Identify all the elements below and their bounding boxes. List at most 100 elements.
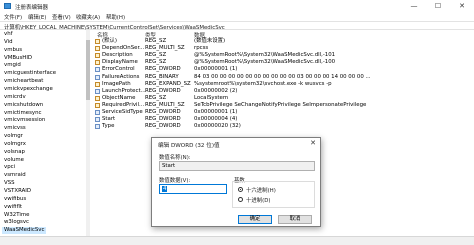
tree-item[interactable]: vmictimesync: [4, 110, 41, 117]
tree-item[interactable]: vmickvpexchange: [4, 86, 53, 93]
value-name: Start: [102, 116, 116, 123]
value-name: DependOnSer...: [102, 45, 145, 52]
value-row[interactable]: ImagePath REG_EXPAND_SZ %systemroot%\syste…: [91, 81, 474, 88]
edit-dword-dialog: 编辑 DWORD (32 位)值 ✕ 数值名称(N): Start 数值数据(V…: [151, 137, 321, 227]
tree-item[interactable]: vpci: [4, 164, 15, 171]
value-row[interactable]: ObjectName REG_SZ LocalSystem: [91, 95, 474, 102]
minimize-button[interactable]: —: [402, 0, 426, 12]
tree-scrollbar[interactable]: [86, 30, 90, 236]
value-data: SeTcbPrivilege SeChangeNotifyPrivilege S…: [194, 101, 367, 108]
value-type: REG_DWORD: [145, 116, 181, 123]
value-row[interactable]: RequiredPrivil... REG_MULTI_SZ SeTcbPrivil…: [91, 102, 474, 109]
value-name: ErrorControl: [102, 66, 135, 73]
key-tree: vhf Vid vmbus VMBusHID vmgid vmicguestinterfa…: [0, 30, 89, 236]
menu-edit[interactable]: 编辑(E): [28, 13, 46, 21]
string-value-icon: [95, 46, 100, 52]
value-type: REG_DWORD: [145, 109, 181, 115]
hex-radio-label[interactable]: 十六进制(H): [246, 186, 276, 194]
maximize-button[interactable]: ☐: [426, 0, 450, 12]
value-type: REG_SZ: [145, 38, 167, 44]
tree-item[interactable]: volmgrx: [4, 141, 26, 148]
tree-item[interactable]: vhf: [4, 31, 13, 38]
registry-editor-window: 注册表编辑器 — ☐ ✕ 文件(F) 编辑(E) 查看(V) 收藏夹(A) 帮助…: [0, 0, 474, 245]
registry-editor-icon: [4, 3, 11, 9]
tree-item[interactable]: VMBusHID: [4, 55, 32, 62]
value-row[interactable]: LaunchProtect... REG_DWORD 0x00000002 (2): [91, 88, 474, 95]
value-row[interactable]: DependOnSer... REG_MULTI_SZ rpcss: [91, 45, 474, 52]
tree-item[interactable]: w3logsvc: [4, 219, 29, 226]
value-name: DisplayName: [102, 59, 138, 66]
value-name-field: Start: [159, 161, 315, 171]
value-data: %systemroot%\system32\svchost.exe -k wus…: [194, 80, 332, 87]
value-row[interactable]: ErrorControl REG_DWORD 0x00000001 (1): [91, 66, 474, 73]
string-value-icon: [95, 81, 100, 87]
menu-favorites[interactable]: 收藏夹(A): [76, 13, 100, 21]
string-value-icon: [95, 39, 100, 44]
tree-item[interactable]: vmbus: [4, 47, 22, 54]
value-data-text: 4: [162, 186, 168, 192]
tree-item[interactable]: vwififlt: [4, 204, 22, 211]
menu-view[interactable]: 查看(V): [52, 13, 71, 21]
menu-help[interactable]: 帮助(H): [106, 13, 125, 21]
string-value-icon: [95, 53, 100, 59]
value-name: Description: [102, 52, 133, 59]
tree-item[interactable]: vmicvmsession: [4, 117, 45, 124]
value-name: LaunchProtect...: [102, 87, 146, 94]
value-data: 0x00000002 (2): [194, 87, 238, 94]
window-title: 注册表编辑器: [15, 5, 49, 11]
value-data-label: 数值数据(V):: [159, 178, 191, 184]
menu-file[interactable]: 文件(F): [4, 13, 22, 21]
hex-radio[interactable]: [238, 187, 243, 192]
tree-item[interactable]: vwifibus: [4, 196, 26, 203]
tree-item[interactable]: VSTXRAID: [4, 188, 31, 195]
tree-item[interactable]: VSS: [4, 180, 15, 187]
value-data: @%SystemRoot%\System32\WaaSMedicSvc.dll,…: [194, 59, 336, 66]
binary-value-icon: [95, 88, 100, 94]
value-row[interactable]: DisplayName REG_SZ @%SystemRoot%\System32\…: [91, 59, 474, 66]
value-name: FailureActions: [102, 73, 140, 80]
dialog-close-button[interactable]: ✕: [310, 139, 316, 147]
binary-value-icon: [95, 117, 100, 123]
close-button[interactable]: ✕: [450, 0, 474, 12]
value-name-text: Start: [162, 163, 176, 169]
value-type: REG_MULTI_SZ: [145, 45, 185, 52]
tree-item[interactable]: vmicvss: [4, 125, 26, 132]
value-type: REG_DWORD: [145, 123, 181, 130]
cancel-button[interactable]: 取消: [278, 215, 312, 224]
value-data: (数值未设置): [194, 38, 226, 44]
value-row[interactable]: Start REG_DWORD 0x00000004 (4): [91, 116, 474, 123]
dec-radio-label[interactable]: 十进制(D): [246, 196, 271, 204]
binary-value-icon: [95, 124, 100, 130]
value-data-input[interactable]: 4: [159, 184, 227, 194]
value-row[interactable]: Description REG_SZ @%SystemRoot%\System32\…: [91, 52, 474, 59]
tree-item[interactable]: volsnap: [4, 149, 25, 156]
value-data: 84 03 00 00 00 00 00 00 00 00 00 00 03 0…: [194, 73, 371, 80]
value-type: REG_BINARY: [145, 73, 179, 80]
tree-scrollbar-thumb[interactable]: [86, 40, 90, 100]
value-row[interactable]: (默认) REG_SZ (数值未设置): [91, 38, 474, 45]
tree-item[interactable]: vmicshutdown: [4, 102, 43, 109]
address-bar[interactable]: 计算机\HKEY_LOCAL_MACHINE\SYSTEM\CurrentCon…: [0, 21, 474, 31]
value-type: REG_DWORD: [145, 66, 181, 73]
tree-item[interactable]: W32Time: [4, 212, 29, 219]
tree-item[interactable]: vmicguestinterface: [4, 70, 56, 77]
tree-item[interactable]: vmicheartbeat: [4, 78, 43, 85]
value-name: (默认): [102, 38, 117, 44]
value-type: REG_SZ: [145, 52, 167, 59]
value-name: Type: [102, 123, 115, 130]
value-row[interactable]: Type REG_DWORD 0x00000020 (32): [91, 123, 474, 130]
dialog-title: 编辑 DWORD (32 位)值: [158, 143, 220, 149]
value-row[interactable]: ServiceSidType REG_DWORD 0x00000001 (1): [91, 109, 474, 116]
value-type: REG_DWORD: [145, 87, 181, 94]
tree-item[interactable]: vmicrdv: [4, 94, 26, 101]
ok-button[interactable]: 确定: [238, 215, 272, 224]
tree-item[interactable]: volume: [4, 157, 24, 164]
tree-item[interactable]: vsmraid: [4, 172, 26, 179]
dec-radio[interactable]: [238, 197, 243, 202]
tree-item[interactable]: volmgr: [4, 133, 23, 140]
tree-item[interactable]: vmgid: [4, 62, 21, 69]
binary-value-icon: [95, 74, 100, 80]
value-row[interactable]: FailureActions REG_BINARY 84 03 00 00 00 0…: [91, 74, 474, 81]
tree-item[interactable]: WaaSMedicSvc: [2, 227, 47, 235]
tree-item[interactable]: Vid: [4, 39, 13, 46]
